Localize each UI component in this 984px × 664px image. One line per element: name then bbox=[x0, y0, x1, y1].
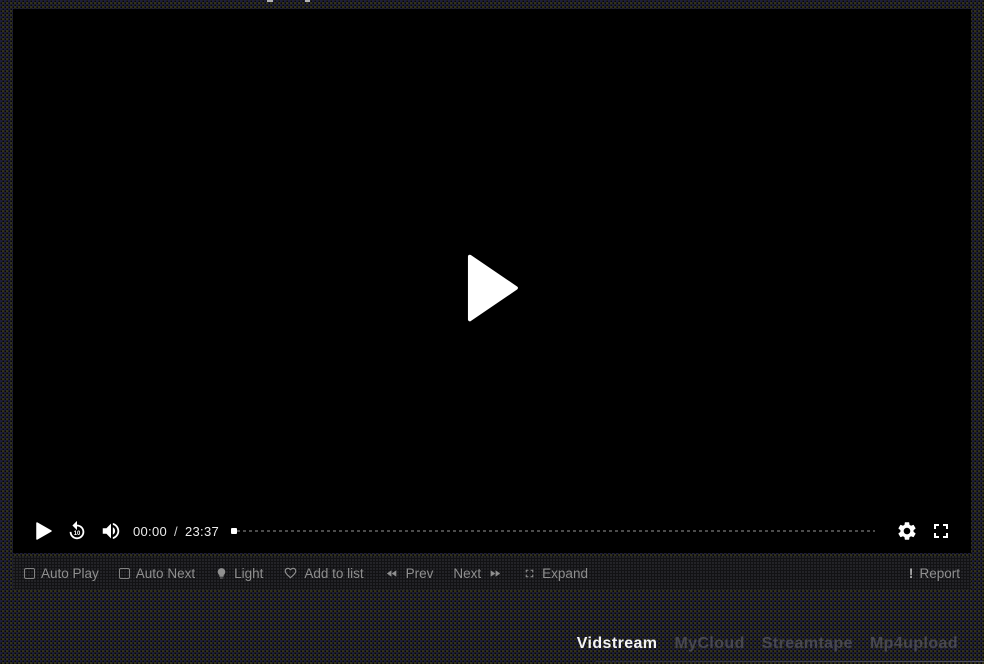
prev-label: Prev bbox=[406, 566, 434, 581]
report-label: Report bbox=[919, 566, 960, 581]
checkbox-icon bbox=[119, 568, 130, 579]
next-label: Next bbox=[453, 566, 481, 581]
player-toolbar: Auto Play Auto Next Light Add to list bbox=[13, 556, 971, 590]
expand-label: Expand bbox=[542, 566, 588, 581]
prev-episode-button[interactable]: Prev bbox=[384, 566, 434, 581]
auto-next-label: Auto Next bbox=[136, 566, 195, 581]
server-tab-mycloud[interactable]: MyCloud bbox=[674, 635, 744, 653]
server-list-underline bbox=[595, 661, 984, 662]
expand-button[interactable]: Expand bbox=[523, 566, 588, 581]
next-episode-button[interactable]: Next bbox=[453, 566, 503, 581]
current-time: 00:00 bbox=[133, 524, 167, 539]
double-arrow-left-icon bbox=[384, 567, 400, 580]
double-arrow-right-icon bbox=[487, 567, 503, 580]
server-tab-vidstream[interactable]: Vidstream bbox=[577, 635, 658, 653]
time-separator: / bbox=[174, 524, 178, 539]
checkbox-icon bbox=[24, 568, 35, 579]
player-control-bar: 10 00:00 / 23:37 bbox=[13, 509, 971, 553]
seek-playhead[interactable] bbox=[231, 528, 237, 534]
play-icon bbox=[462, 313, 522, 328]
play-button[interactable] bbox=[27, 515, 59, 547]
play-icon bbox=[35, 522, 52, 540]
volume-button[interactable] bbox=[95, 515, 127, 547]
seek-track[interactable] bbox=[237, 530, 875, 532]
duration: 23:37 bbox=[185, 524, 219, 539]
server-tab-streamtape[interactable]: Streamtape bbox=[762, 635, 853, 653]
settings-button[interactable] bbox=[891, 515, 923, 547]
rewind-10-button[interactable]: 10 bbox=[61, 515, 93, 547]
page-background: 10 00:00 / 23:37 bbox=[0, 0, 984, 664]
light-toggle[interactable]: Light bbox=[215, 566, 263, 581]
fullscreen-corners-icon bbox=[929, 519, 953, 543]
time-display: 00:00 / 23:37 bbox=[133, 524, 219, 539]
fullscreen-button[interactable] bbox=[925, 515, 957, 547]
clipped-text-fragment bbox=[267, 0, 273, 2]
auto-play-label: Auto Play bbox=[41, 566, 99, 581]
svg-text:10: 10 bbox=[74, 531, 81, 537]
seek-bar[interactable] bbox=[231, 525, 875, 537]
gear-icon bbox=[896, 520, 918, 542]
expand-corners-icon bbox=[523, 567, 536, 580]
heart-outline-icon bbox=[283, 566, 298, 580]
video-player[interactable]: 10 00:00 / 23:37 bbox=[13, 9, 971, 553]
add-to-list-button[interactable]: Add to list bbox=[283, 566, 363, 581]
lightbulb-icon bbox=[215, 566, 228, 581]
clipped-text-fragment bbox=[305, 0, 310, 2]
auto-play-toggle[interactable]: Auto Play bbox=[24, 566, 99, 581]
speaker-icon bbox=[100, 520, 122, 542]
exclamation-icon: ! bbox=[909, 565, 914, 581]
replay-10-icon: 10 bbox=[66, 520, 88, 542]
light-label: Light bbox=[234, 566, 263, 581]
server-tab-mp4upload[interactable]: Mp4upload bbox=[870, 635, 958, 653]
big-play-button[interactable] bbox=[462, 251, 522, 325]
server-list: Vidstream MyCloud Streamtape Mp4upload bbox=[0, 624, 984, 664]
auto-next-toggle[interactable]: Auto Next bbox=[119, 566, 195, 581]
add-to-list-label: Add to list bbox=[304, 566, 363, 581]
report-button[interactable]: ! Report bbox=[909, 565, 960, 581]
